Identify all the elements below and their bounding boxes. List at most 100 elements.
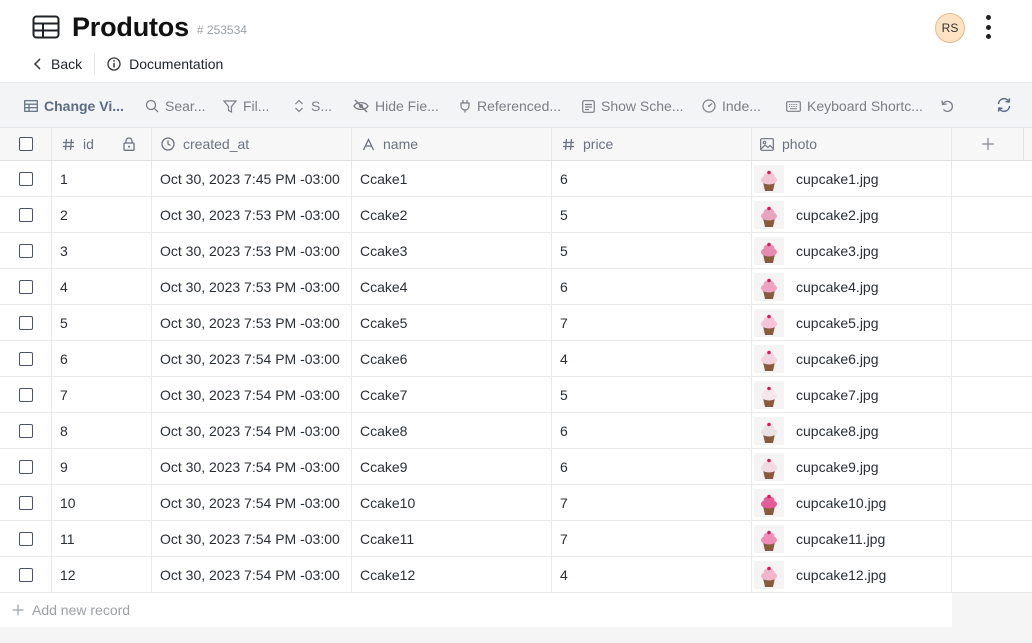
table-row[interactable]: 9 Oct 30, 2023 7:54 PM -03:00 Ccake9 6 cupca… <box>0 449 1032 485</box>
row-checkbox[interactable] <box>18 495 33 510</box>
filter-button[interactable]: Fil... <box>223 98 269 114</box>
cell-price[interactable]: 5 <box>552 377 752 412</box>
keyboard-shortcuts-button[interactable]: Keyboard Shortc... <box>786 98 923 114</box>
column-header-name[interactable]: name <box>352 128 552 160</box>
cell-id[interactable]: 6 <box>52 341 152 376</box>
cell-price[interactable]: 4 <box>552 341 752 376</box>
cell-name[interactable]: Ccake10 <box>352 485 552 520</box>
cell-created-at[interactable]: Oct 30, 2023 7:54 PM -03:00 <box>152 449 352 484</box>
cell-photo[interactable]: cupcake6.jpg <box>752 341 952 376</box>
cell-name[interactable]: Ccake1 <box>352 161 552 196</box>
cell-id[interactable]: 11 <box>52 521 152 556</box>
cell-created-at[interactable]: Oct 30, 2023 7:45 PM -03:00 <box>152 161 352 196</box>
cell-id[interactable]: 3 <box>52 233 152 268</box>
documentation-link[interactable]: Documentation <box>107 56 223 72</box>
cell-price[interactable]: 7 <box>552 521 752 556</box>
cupcake-thumbnail[interactable] <box>754 560 784 589</box>
table-row[interactable]: 3 Oct 30, 2023 7:53 PM -03:00 Ccake3 5 cupca… <box>0 233 1032 269</box>
cell-price[interactable]: 6 <box>552 449 752 484</box>
cell-created-at[interactable]: Oct 30, 2023 7:54 PM -03:00 <box>152 377 352 412</box>
row-checkbox[interactable] <box>18 279 33 294</box>
row-checkbox[interactable] <box>18 243 33 258</box>
cell-created-at[interactable]: Oct 30, 2023 7:53 PM -03:00 <box>152 269 352 304</box>
cell-name[interactable]: Ccake5 <box>352 305 552 340</box>
cupcake-thumbnail[interactable] <box>754 164 784 193</box>
cell-name[interactable]: Ccake4 <box>352 269 552 304</box>
cell-name[interactable]: Ccake12 <box>352 557 552 592</box>
cell-name[interactable]: Ccake2 <box>352 197 552 232</box>
row-checkbox[interactable] <box>18 567 33 582</box>
cell-created-at[interactable]: Oct 30, 2023 7:54 PM -03:00 <box>152 521 352 556</box>
table-row[interactable]: 10 Oct 30, 2023 7:54 PM -03:00 Ccake10 7 cup… <box>0 485 1032 521</box>
cell-created-at[interactable]: Oct 30, 2023 7:54 PM -03:00 <box>152 341 352 376</box>
cupcake-thumbnail[interactable] <box>754 344 784 373</box>
add-new-record-button[interactable]: Add new record <box>0 593 952 627</box>
row-checkbox[interactable] <box>18 387 33 402</box>
cell-id[interactable]: 8 <box>52 413 152 448</box>
cell-photo[interactable]: cupcake7.jpg <box>752 377 952 412</box>
avatar[interactable]: RS <box>935 13 965 43</box>
cell-price[interactable]: 6 <box>552 269 752 304</box>
row-checkbox[interactable] <box>18 423 33 438</box>
sort-button[interactable]: S... <box>293 98 332 114</box>
row-checkbox[interactable] <box>18 207 33 222</box>
table-row[interactable]: 6 Oct 30, 2023 7:54 PM -03:00 Ccake6 4 cupca… <box>0 341 1032 377</box>
cell-price[interactable]: 7 <box>552 305 752 340</box>
table-row[interactable]: 5 Oct 30, 2023 7:53 PM -03:00 Ccake5 7 cupca… <box>0 305 1032 341</box>
cell-created-at[interactable]: Oct 30, 2023 7:54 PM -03:00 <box>152 413 352 448</box>
cell-name[interactable]: Ccake9 <box>352 449 552 484</box>
cell-created-at[interactable]: Oct 30, 2023 7:54 PM -03:00 <box>152 485 352 520</box>
row-checkbox[interactable] <box>18 315 33 330</box>
cell-photo[interactable]: cupcake11.jpg <box>752 521 952 556</box>
cupcake-thumbnail[interactable] <box>754 272 784 301</box>
cupcake-thumbnail[interactable] <box>754 452 784 481</box>
cell-created-at[interactable]: Oct 30, 2023 7:54 PM -03:00 <box>152 557 352 592</box>
column-header-id[interactable]: id <box>52 128 152 160</box>
cell-price[interactable]: 6 <box>552 413 752 448</box>
cell-photo[interactable]: cupcake10.jpg <box>752 485 952 520</box>
cell-name[interactable]: Ccake6 <box>352 341 552 376</box>
table-row[interactable]: 4 Oct 30, 2023 7:53 PM -03:00 Ccake4 6 cupca… <box>0 269 1032 305</box>
cell-photo[interactable]: cupcake5.jpg <box>752 305 952 340</box>
cell-name[interactable]: Ccake3 <box>352 233 552 268</box>
row-checkbox[interactable] <box>18 351 33 366</box>
cell-id[interactable]: 1 <box>52 161 152 196</box>
cell-name[interactable]: Ccake11 <box>352 521 552 556</box>
add-column-button[interactable] <box>952 128 1024 160</box>
row-checkbox[interactable] <box>18 459 33 474</box>
cell-created-at[interactable]: Oct 30, 2023 7:53 PM -03:00 <box>152 197 352 232</box>
cell-photo[interactable]: cupcake12.jpg <box>752 557 952 592</box>
cell-created-at[interactable]: Oct 30, 2023 7:53 PM -03:00 <box>152 233 352 268</box>
undo-button[interactable] <box>940 99 954 113</box>
cell-id[interactable]: 4 <box>52 269 152 304</box>
cupcake-thumbnail[interactable] <box>754 524 784 553</box>
cell-photo[interactable]: cupcake2.jpg <box>752 197 952 232</box>
cupcake-thumbnail[interactable] <box>754 236 784 265</box>
cupcake-thumbnail[interactable] <box>754 416 784 445</box>
table-row[interactable]: 12 Oct 30, 2023 7:54 PM -03:00 Ccake12 4 cup… <box>0 557 1032 593</box>
cupcake-thumbnail[interactable] <box>754 380 784 409</box>
table-row[interactable]: 7 Oct 30, 2023 7:54 PM -03:00 Ccake7 5 cupca… <box>0 377 1032 413</box>
column-header-created-at[interactable]: created_at <box>152 128 352 160</box>
cell-id[interactable]: 2 <box>52 197 152 232</box>
referenced-button[interactable]: Referenced... <box>459 98 561 114</box>
show-schema-button[interactable]: Show Sche... <box>582 98 684 114</box>
cell-price[interactable]: 5 <box>552 233 752 268</box>
refresh-button[interactable] <box>996 97 1012 113</box>
column-header-photo[interactable]: photo <box>752 128 952 160</box>
select-all-checkbox[interactable] <box>18 137 33 151</box>
cell-photo[interactable]: cupcake4.jpg <box>752 269 952 304</box>
cell-photo[interactable]: cupcake3.jpg <box>752 233 952 268</box>
change-view-button[interactable]: Change Vi... <box>24 98 124 114</box>
cell-name[interactable]: Ccake7 <box>352 377 552 412</box>
cell-photo[interactable]: cupcake1.jpg <box>752 161 952 196</box>
cell-id[interactable]: 10 <box>52 485 152 520</box>
table-row[interactable]: 1 Oct 30, 2023 7:45 PM -03:00 Ccake1 6 cupca… <box>0 161 1032 197</box>
cell-id[interactable]: 5 <box>52 305 152 340</box>
cell-photo[interactable]: cupcake8.jpg <box>752 413 952 448</box>
cell-created-at[interactable]: Oct 30, 2023 7:53 PM -03:00 <box>152 305 352 340</box>
back-button[interactable]: Back <box>33 56 82 72</box>
cell-id[interactable]: 9 <box>52 449 152 484</box>
search-button[interactable]: Sear... <box>145 98 205 114</box>
cell-price[interactable]: 6 <box>552 161 752 196</box>
